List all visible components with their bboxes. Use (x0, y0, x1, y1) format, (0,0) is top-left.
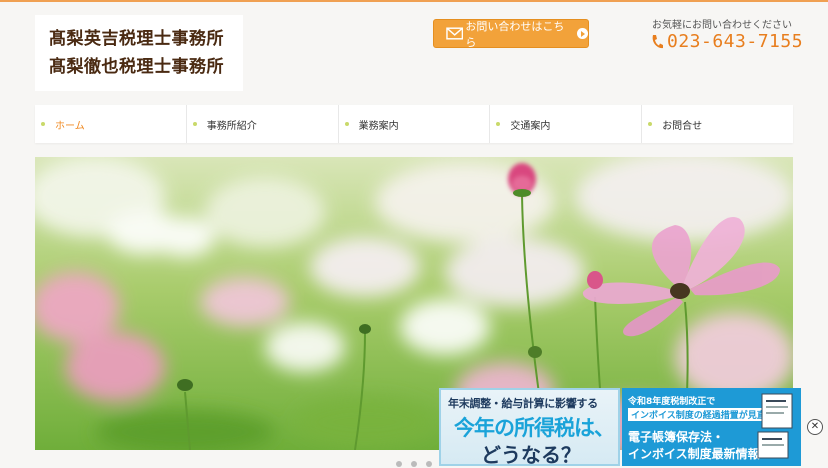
tel-number: 023-643-7155 (667, 31, 804, 52)
nav-item-access[interactable]: 交通案内 (490, 105, 643, 143)
ad-text: 年末調整・給与計算に影響する (448, 397, 598, 410)
contact-button[interactable]: お問い合わせはこちら (433, 19, 589, 49)
nav-item-label: 業務案内 (358, 120, 399, 132)
tel-link[interactable]: 023-643-7155 (650, 31, 803, 52)
logo-line-1: 髙梨英吉税理士事務所 (49, 29, 224, 49)
document-icon (757, 393, 793, 459)
slider-dot[interactable] (396, 461, 402, 467)
phone-icon (652, 34, 663, 48)
nav-item-label: 交通案内 (510, 120, 551, 132)
ad-headline: 電子帳簿保存法・ (628, 430, 725, 444)
nav-item-contact[interactable]: お問合せ (642, 105, 793, 143)
nav-item-about[interactable]: 事務所紹介 (187, 105, 339, 143)
dot-icon (192, 122, 197, 126)
slider-dot[interactable] (426, 461, 432, 467)
mail-icon (446, 27, 464, 40)
dot-icon (344, 122, 349, 126)
slider-pagination (396, 461, 432, 467)
close-icon[interactable]: ✕ (807, 419, 823, 435)
site-logo[interactable]: 髙梨英吉税理士事務所 髙梨徹也税理士事務所 (35, 15, 243, 91)
dot-icon (648, 122, 653, 126)
ad-headline: どうなる？ (481, 443, 581, 467)
arrow-right-icon (577, 28, 589, 39)
contact-button-label: お問い合わせはこちら (465, 19, 565, 49)
ad-banner-income-tax[interactable]: 年末調整・給与計算に影響する 今年の所得税は、 どうなる？ (439, 388, 620, 467)
nav-item-label: お問合せ (662, 120, 703, 132)
tel-note: お気軽にお問い合わせください (652, 20, 792, 31)
ad-headline: インボイス制度最新情報 (628, 447, 760, 461)
dot-icon (41, 122, 45, 126)
top-accent-line (0, 0, 828, 2)
slider-dot[interactable] (411, 461, 417, 467)
dot-icon (496, 122, 501, 126)
ad-headline: 今年の所得税は、 (454, 416, 615, 440)
nav-item-label: ホーム (55, 120, 85, 132)
nav-item-services[interactable]: 業務案内 (339, 105, 491, 143)
nav-item-label: 事務所紹介 (206, 120, 257, 132)
main-nav: ホーム 事務所紹介 業務案内 交通案内 お問合せ (35, 105, 793, 143)
nav-item-home[interactable]: ホーム (35, 105, 187, 143)
ad-text: 令和8年度税制改正で (628, 397, 716, 407)
ad-banner-invoice[interactable]: 令和8年度税制改正で インボイス制度の経過措置が見直し 電子帳簿保存法・ インボ… (622, 388, 801, 466)
logo-line-2: 髙梨徹也税理士事務所 (49, 57, 224, 77)
